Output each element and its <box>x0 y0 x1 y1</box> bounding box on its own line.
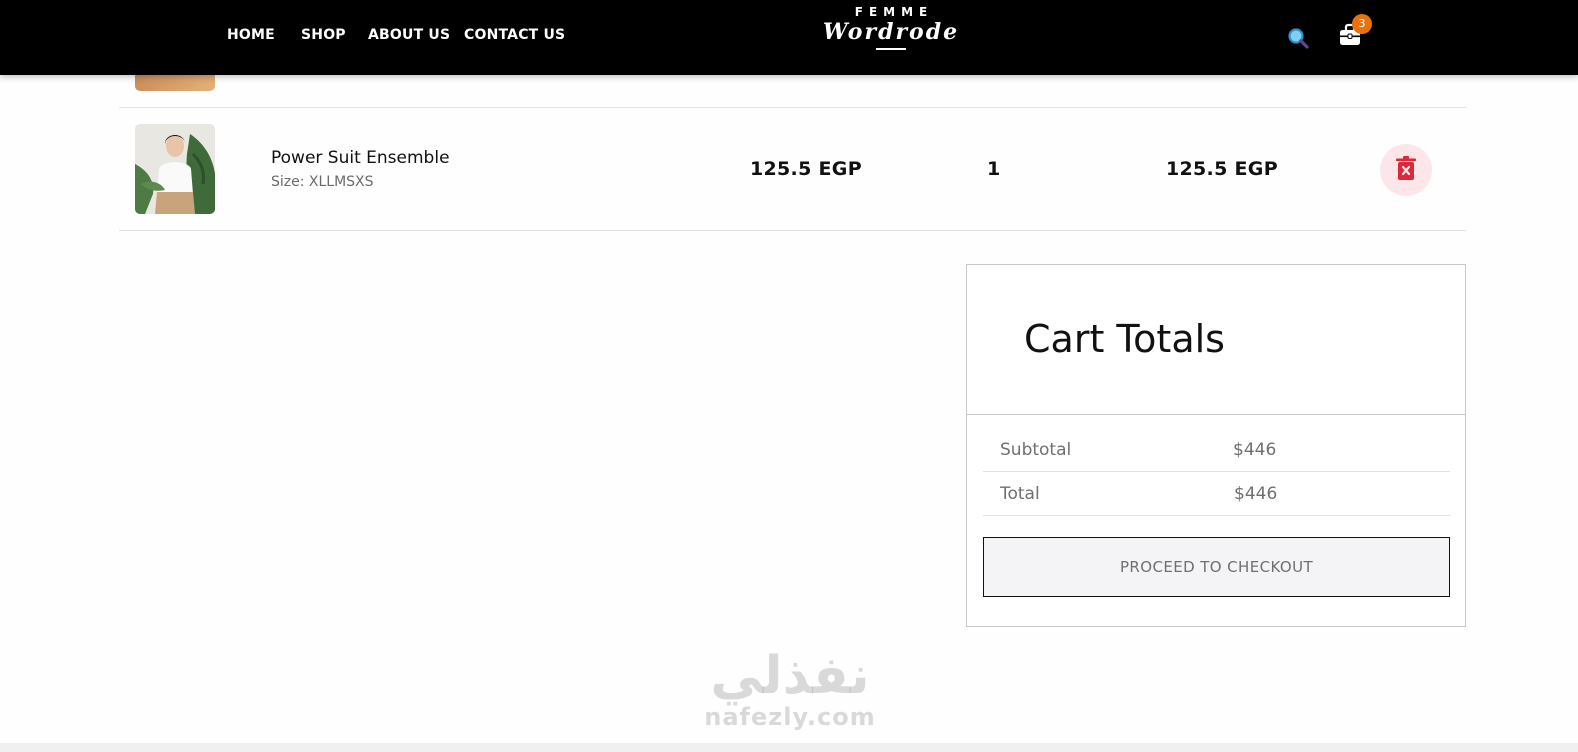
nav-contact-link[interactable]: CONTACT US <box>464 27 565 43</box>
remove-item-button[interactable] <box>1380 144 1432 196</box>
site-logo[interactable]: FEMME Wordrode <box>816 5 966 50</box>
product-quantity: 1 <box>987 158 1001 180</box>
logo-underline <box>876 48 906 50</box>
total-row: Total $446 <box>983 472 1450 516</box>
cart-totals-header: Cart Totals <box>967 265 1465 415</box>
watermark: نفذلي nafezly.com <box>690 645 890 731</box>
proceed-to-checkout-button[interactable]: PROCEED TO CHECKOUT <box>983 537 1450 597</box>
nav-about-link[interactable]: ABOUT US <box>368 27 450 43</box>
nav-home-link[interactable]: HOME <box>227 27 275 43</box>
top-navbar: HOME SHOP ABOUT US CONTACT US FEMME Word… <box>0 0 1578 75</box>
search-icon[interactable] <box>1286 26 1310 50</box>
product-price: 125.5 EGP <box>750 158 862 180</box>
logo-main-text: Wordrode <box>822 19 960 45</box>
cart-row: Power Suit Ensemble Size: XLLMSXS 125.5 … <box>119 108 1466 231</box>
product-thumbnail <box>135 75 215 91</box>
watermark-latin: nafezly.com <box>704 703 876 731</box>
nav-shop-link[interactable]: SHOP <box>301 27 346 43</box>
subtotal-row: Subtotal $446 <box>983 428 1450 472</box>
subtotal-label: Subtotal <box>1000 440 1072 460</box>
total-label: Total <box>1000 484 1040 504</box>
subtotal-value: $446 <box>1233 440 1277 460</box>
product-thumbnail[interactable] <box>135 124 215 214</box>
footer-edge <box>0 743 1578 752</box>
watermark-arabic: نفذلي <box>710 646 870 706</box>
cart-totals-title: Cart Totals <box>1024 317 1225 361</box>
product-name[interactable]: Power Suit Ensemble <box>271 148 450 168</box>
cart-totals-panel: Cart Totals Subtotal $446 Total $446 PRO… <box>966 264 1466 627</box>
product-subtotal: 125.5 EGP <box>1166 158 1278 180</box>
logo-top-text: FEMME <box>854 5 934 19</box>
cart-row-partial <box>119 75 1466 108</box>
trash-icon <box>1395 155 1417 185</box>
cart-count-badge: 3 <box>1352 14 1372 34</box>
product-size: Size: XLLMSXS <box>271 174 374 190</box>
total-value: $446 <box>1234 484 1278 504</box>
